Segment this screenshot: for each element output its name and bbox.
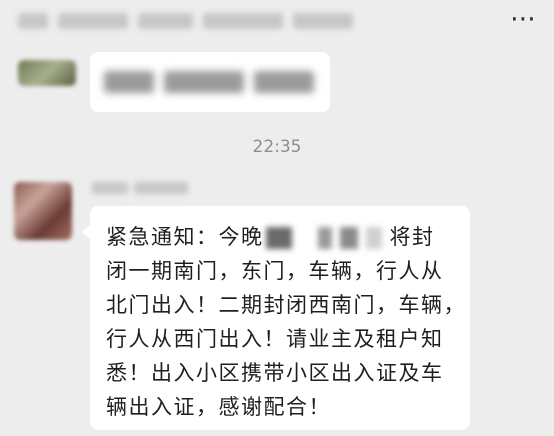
redacted-title-segment <box>293 13 353 29</box>
message-bubble[interactable]: 紧急通知：今晚 将封 闭一期南门，东门，车辆，行人从 北门出入！二期封闭西南门，车… <box>82 206 470 430</box>
message-line: 辆出入证，感谢配合！ <box>106 395 331 419</box>
message-line: 闭一期南门，东门，车辆，行人从 <box>106 259 444 283</box>
redacted-text <box>104 71 154 93</box>
more-icon[interactable]: ⋯ <box>510 6 536 32</box>
message-timestamp: 22:35 <box>252 137 302 157</box>
avatar[interactable] <box>18 60 76 86</box>
redacted-text <box>317 227 332 249</box>
message-line: 行人从西门出入！请业主及租户知 <box>106 327 444 351</box>
redacted-text <box>365 227 382 249</box>
redacted-title-segment <box>203 13 283 29</box>
message-text: 将封 <box>389 225 435 249</box>
chat-title-blurred <box>18 8 378 34</box>
redacted-title-segment <box>58 13 128 29</box>
sender-name-blurred <box>92 180 192 196</box>
message-bubble-redacted[interactable] <box>90 52 330 112</box>
message-line: 悉！出入小区携带小区出入证及车 <box>106 361 444 385</box>
redacted-title-segment <box>138 13 193 29</box>
redacted-name <box>92 182 128 194</box>
redacted-text <box>265 227 292 249</box>
redacted-title-segment <box>18 13 48 29</box>
avatar[interactable] <box>14 182 72 240</box>
redacted-text <box>164 71 244 93</box>
redacted-name <box>134 182 188 194</box>
message-text: 紧急通知：今晚 <box>106 225 264 249</box>
redacted-text <box>339 227 358 249</box>
redacted-text <box>254 71 314 93</box>
message-line: 北门出入！二期封闭西南门，车辆， <box>106 293 466 317</box>
message-line: 紧急通知：今晚 将封 <box>106 220 456 254</box>
